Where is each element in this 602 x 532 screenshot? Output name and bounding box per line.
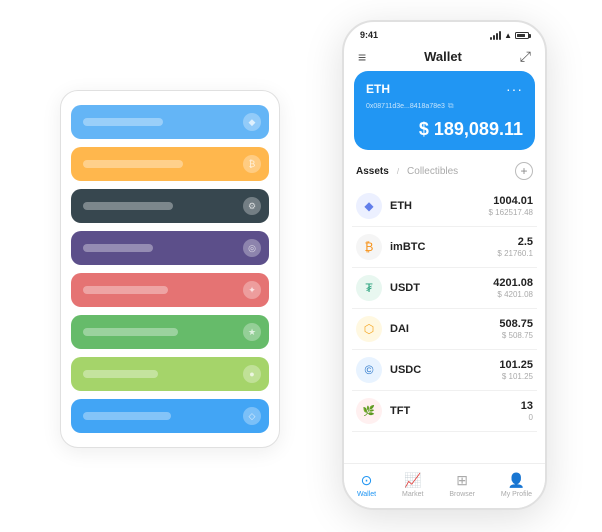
time-display: 9:41 xyxy=(360,30,378,40)
card-icon: ⚙ xyxy=(243,197,261,215)
asset-symbol: DAI xyxy=(390,323,499,335)
asset-amounts: 1004.01$ 162517.48 xyxy=(489,195,534,217)
asset-amount: 508.75 xyxy=(499,318,533,330)
nav-bar: ≡ Wallet ⤢ xyxy=(344,44,545,71)
asset-symbol: USDT xyxy=(390,282,493,294)
status-bar: 9:41 ▲ xyxy=(344,22,545,44)
asset-amount: 4201.08 xyxy=(493,277,533,289)
eth-more-icon[interactable]: ··· xyxy=(506,81,523,97)
asset-amounts: 4201.08$ 4201.08 xyxy=(493,277,533,299)
page-title: Wallet xyxy=(424,49,462,64)
asset-symbol: imBTC xyxy=(390,241,497,253)
copy-icon[interactable]: ⧉ xyxy=(448,101,454,111)
asset-amount: 1004.01 xyxy=(489,195,534,207)
asset-row[interactable]: ⬡ DAI508.75$ 508.75 xyxy=(352,309,537,350)
asset-amounts: 101.25$ 101.25 xyxy=(499,359,533,381)
tab-separator: / xyxy=(397,167,399,176)
asset-usd: 0 xyxy=(521,413,533,422)
card-icon: ● xyxy=(243,365,261,383)
card-item: ₿ xyxy=(71,147,269,181)
asset-symbol: ETH xyxy=(390,200,489,212)
bottom-nav-label: My Profile xyxy=(501,491,532,498)
asset-list: ◆ ETH1004.01$ 162517.48 ₿ imBTC2.5$ 21760.1… xyxy=(344,186,545,463)
asset-amounts: 508.75$ 508.75 xyxy=(499,318,533,340)
card-item: ◇ xyxy=(71,399,269,433)
status-icons: ▲ xyxy=(490,31,529,40)
asset-icon: ⬡ xyxy=(356,316,382,342)
asset-amounts: 2.5$ 21760.1 xyxy=(497,236,533,258)
bottom-nav-label: Market xyxy=(402,491,423,498)
tab-collectibles[interactable]: Collectibles xyxy=(407,166,458,177)
eth-card-label: ETH xyxy=(366,82,390,96)
asset-icon: ₿ xyxy=(356,234,382,260)
bottom-nav-icon: ⊞ xyxy=(456,472,468,489)
card-item: ● xyxy=(71,357,269,391)
asset-symbol: USDC xyxy=(390,364,499,376)
asset-usd: $ 21760.1 xyxy=(497,249,533,258)
card-stack: ◆ ₿ ⚙ ◎ ✦ ★ ● ◇ xyxy=(60,90,280,448)
asset-icon: ◆ xyxy=(356,193,382,219)
card-item: ◎ xyxy=(71,231,269,265)
bottom-nav-icon: ⊙ xyxy=(361,472,373,489)
bottom-nav-my-profile[interactable]: 👤 My Profile xyxy=(501,472,532,498)
bottom-nav-label: Wallet xyxy=(357,491,376,498)
asset-usd: $ 508.75 xyxy=(499,331,533,340)
card-item: ⚙ xyxy=(71,189,269,223)
asset-usd: $ 4201.08 xyxy=(493,290,533,299)
asset-row[interactable]: 🌿 TFT130 xyxy=(352,391,537,432)
bottom-nav-market[interactable]: 📈 Market xyxy=(402,472,423,498)
card-icon: ✦ xyxy=(243,281,261,299)
phone-mockup: 9:41 ▲ ≡ Wallet ⤢ ETH ··· 0x08711d3e. xyxy=(342,20,547,510)
card-icon: ◇ xyxy=(243,407,261,425)
asset-usd: $ 101.25 xyxy=(499,372,533,381)
asset-usd: $ 162517.48 xyxy=(489,208,534,217)
bottom-nav-icon: 📈 xyxy=(404,472,421,489)
asset-amount: 2.5 xyxy=(497,236,533,248)
asset-icon: 🌿 xyxy=(356,398,382,424)
signal-icon xyxy=(490,31,501,40)
asset-row[interactable]: ₮ USDT4201.08$ 4201.08 xyxy=(352,268,537,309)
bottom-nav-label: Browser xyxy=(449,491,475,498)
bottom-nav-icon: 👤 xyxy=(508,472,525,489)
eth-card-header: ETH ··· xyxy=(366,81,523,97)
tab-assets[interactable]: Assets xyxy=(356,166,389,177)
card-item: ◆ xyxy=(71,105,269,139)
asset-row[interactable]: ◆ ETH1004.01$ 162517.48 xyxy=(352,186,537,227)
eth-address: 0x08711d3e...8418a78e3 ⧉ xyxy=(366,101,523,111)
battery-icon xyxy=(515,32,529,39)
eth-balance: $ 189,089.11 xyxy=(366,119,523,140)
wifi-icon: ▲ xyxy=(504,31,512,40)
add-asset-button[interactable]: + xyxy=(515,162,533,180)
menu-icon[interactable]: ≡ xyxy=(358,49,366,65)
card-icon: ◎ xyxy=(243,239,261,257)
asset-row[interactable]: ₿ imBTC2.5$ 21760.1 xyxy=(352,227,537,268)
card-icon: ★ xyxy=(243,323,261,341)
eth-card: ETH ··· 0x08711d3e...8418a78e3 ⧉ $ 189,0… xyxy=(354,71,535,150)
asset-amounts: 130 xyxy=(521,400,533,422)
assets-header: Assets / Collectibles + xyxy=(344,158,545,186)
expand-icon[interactable]: ⤢ xyxy=(520,48,531,65)
bottom-nav-wallet[interactable]: ⊙ Wallet xyxy=(357,472,376,498)
bottom-nav: ⊙ Wallet 📈 Market ⊞ Browser 👤 My Profile xyxy=(344,463,545,508)
asset-symbol: TFT xyxy=(390,405,521,417)
assets-tabs: Assets / Collectibles xyxy=(356,166,458,177)
card-icon: ₿ xyxy=(243,155,261,173)
bottom-nav-browser[interactable]: ⊞ Browser xyxy=(449,472,475,498)
card-item: ✦ xyxy=(71,273,269,307)
asset-icon: ₮ xyxy=(356,275,382,301)
asset-amount: 101.25 xyxy=(499,359,533,371)
card-icon: ◆ xyxy=(243,113,261,131)
asset-icon: © xyxy=(356,357,382,383)
asset-amount: 13 xyxy=(521,400,533,412)
card-item: ★ xyxy=(71,315,269,349)
asset-row[interactable]: © USDC101.25$ 101.25 xyxy=(352,350,537,391)
